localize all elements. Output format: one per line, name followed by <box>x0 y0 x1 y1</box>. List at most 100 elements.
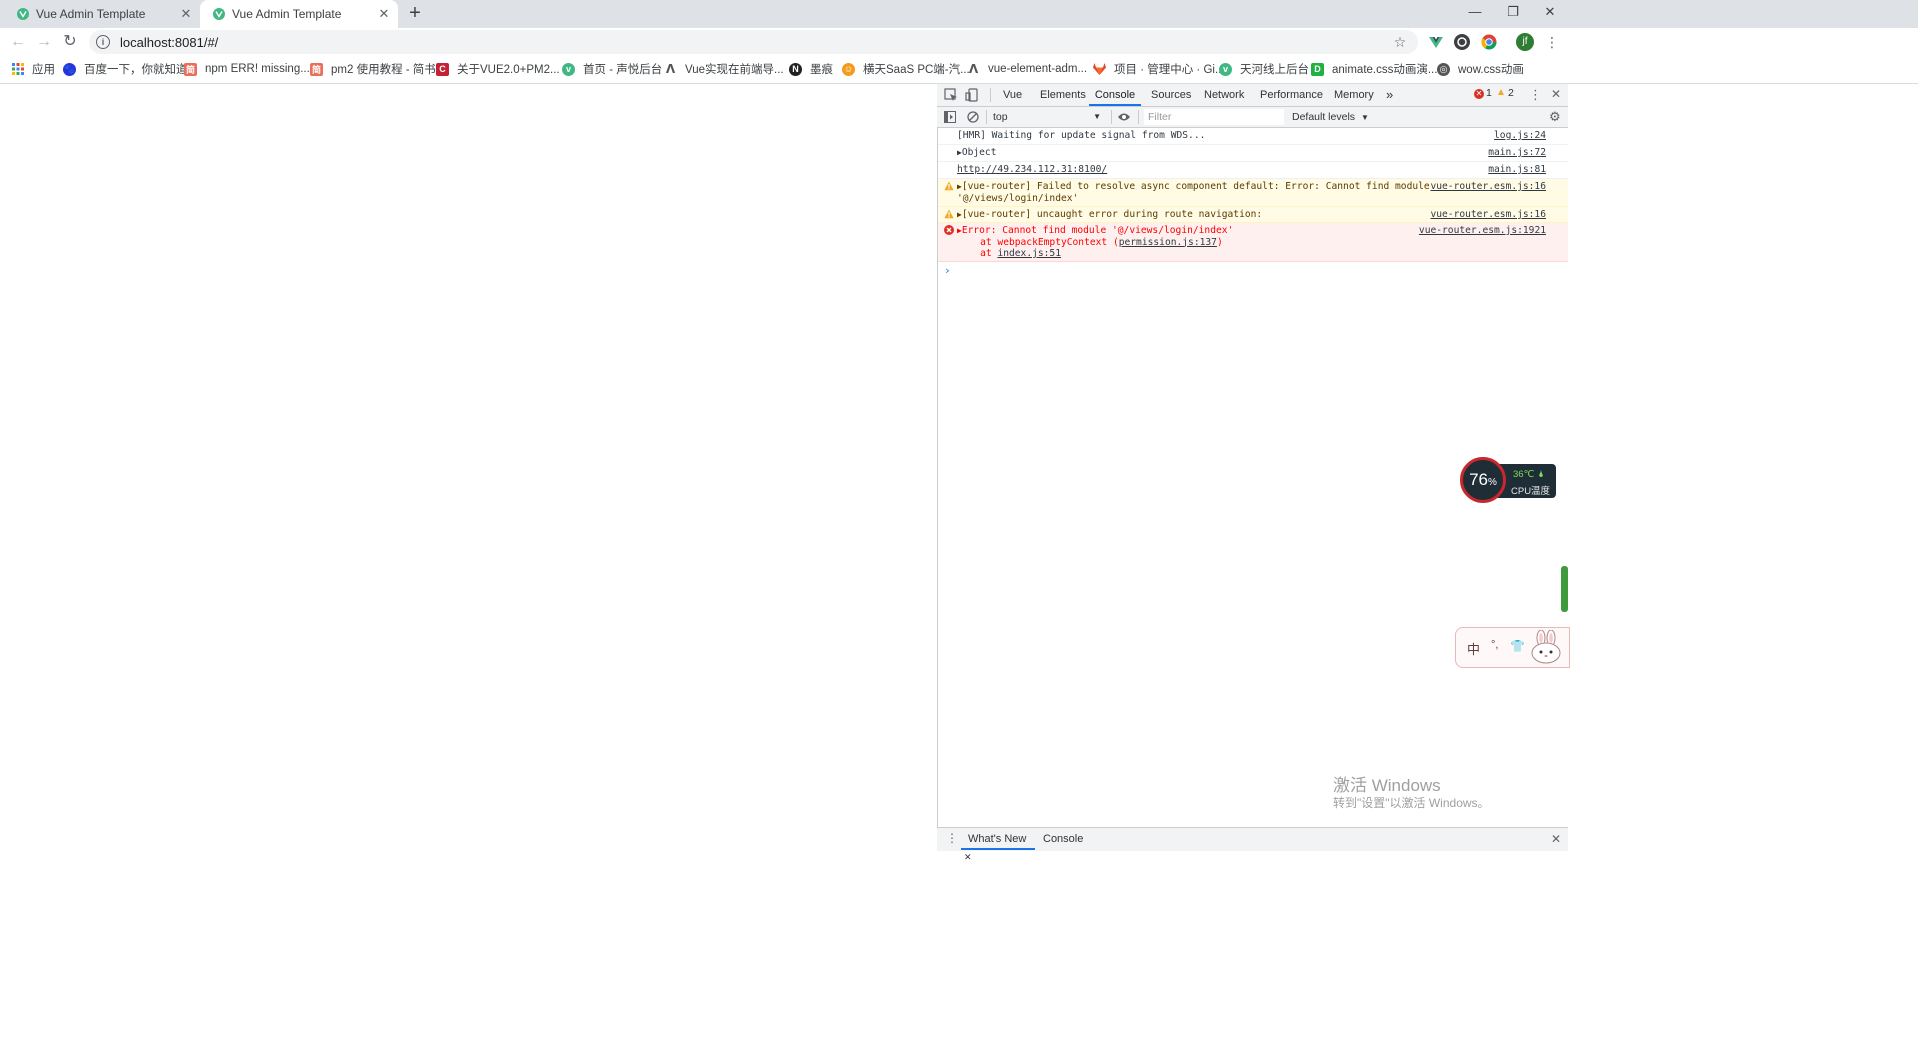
close-devtools-icon[interactable]: ✕ <box>1551 87 1561 101</box>
live-expression-eye-icon[interactable] <box>1117 111 1131 123</box>
drawer-menu-icon[interactable]: ⋮ <box>946 831 958 845</box>
minimize-button[interactable]: — <box>1465 4 1485 22</box>
sidebar-toggle-icon[interactable] <box>944 111 956 123</box>
jianshu-icon: 简 <box>184 62 197 76</box>
globe-icon: ◎ <box>1437 62 1450 76</box>
more-tabs-icon[interactable]: » <box>1386 84 1393 106</box>
warning-count[interactable]: 2 <box>1508 87 1514 99</box>
devtools-tab-elements[interactable]: Elements <box>1040 84 1086 106</box>
stack-frame-link[interactable]: index.js:51 <box>997 248 1061 259</box>
message-url-link[interactable]: http://49.234.112.31:8100/ <box>957 164 1107 176</box>
vue-favicon-icon <box>17 8 29 20</box>
message-source-link[interactable]: log.js:24 <box>1494 130 1546 142</box>
clear-console-icon[interactable] <box>967 111 979 123</box>
back-arrow-icon[interactable]: ← <box>7 32 29 54</box>
console-input[interactable] <box>958 262 1558 278</box>
browser-tab-active[interactable]: Vue Admin Template ✕ <box>200 0 398 28</box>
bookmark-item[interactable]: ◎ wow.css动画 <box>1437 61 1524 77</box>
message-source-link[interactable]: vue-router.esm.js:16 <box>1430 181 1546 193</box>
devtools-menu-icon[interactable]: ⋮ <box>1529 87 1542 103</box>
console-message[interactable]: ▶Object main.js:72 <box>938 145 1568 162</box>
bookmark-item[interactable]: 应用 <box>11 61 55 77</box>
side-scroll-handle[interactable] <box>1561 566 1568 612</box>
filter-input[interactable]: Filter <box>1144 109 1284 125</box>
message-source-link[interactable]: main.js:81 <box>1488 164 1546 176</box>
devtools-tab-vue[interactable]: Vue <box>1003 84 1022 106</box>
message-text-continued: '@/views/login/index' <box>957 192 1079 204</box>
close-drawer-tab-icon[interactable]: ✕ <box>964 852 972 862</box>
warning-count-icon: ▲ <box>1496 87 1506 98</box>
bookmark-item[interactable]: ꓥ Vue实现在前端导... <box>664 61 784 77</box>
new-tab-button[interactable]: + <box>405 3 425 23</box>
inspect-element-icon[interactable] <box>944 88 958 102</box>
browser-tab[interactable]: Vue Admin Template ✕ <box>0 0 200 28</box>
address-bar[interactable]: i localhost:8081/#/ ☆ <box>89 30 1418 54</box>
vue-devtools-extension-icon[interactable] <box>1428 34 1444 50</box>
bunny-mascot-icon[interactable] <box>1530 629 1562 664</box>
toolbar-divider <box>1138 110 1139 124</box>
console-message: http://49.234.112.31:8100/ main.js:81 <box>938 162 1568 179</box>
error-count[interactable]: 1 <box>1486 87 1492 99</box>
forward-arrow-icon[interactable]: → <box>33 32 55 54</box>
console-warning-message[interactable]: ▶[vue-router] Failed to resolve async co… <box>938 179 1568 207</box>
close-window-button[interactable]: ✕ <box>1540 4 1560 22</box>
chrome-extension-icon[interactable] <box>1481 34 1497 50</box>
ime-language-toggle[interactable]: 中 <box>1467 639 1480 658</box>
drawer-tab-whats-new[interactable]: What's New ✕ <box>961 830 1035 862</box>
ime-punctuation-toggle[interactable]: °, <box>1491 639 1498 651</box>
console-error-message[interactable]: ▶Error: Cannot find module '@/views/logi… <box>938 223 1568 262</box>
cpu-usage-gauge[interactable]: 76% <box>1460 457 1506 503</box>
console-warning-message[interactable]: ▶[vue-router] uncaught error during rout… <box>938 207 1568 223</box>
devtools-tab-console[interactable]: Console <box>1089 84 1141 106</box>
tab-close-icon[interactable]: ✕ <box>376 6 392 22</box>
bookmark-item[interactable]: C 关于VUE2.0+PM2... <box>436 61 560 77</box>
stack-frame-text: ) <box>1216 236 1223 248</box>
browser-menu-icon[interactable]: ⋮ <box>1545 34 1559 50</box>
bookmark-item[interactable]: 简 pm2 使用教程 - 简书 <box>310 61 436 77</box>
message-source-link[interactable]: vue-router.esm.js:16 <box>1430 209 1546 221</box>
close-drawer-icon[interactable]: ✕ <box>1551 832 1561 846</box>
site-info-icon[interactable]: i <box>96 35 110 49</box>
message-source-link[interactable]: vue-router.esm.js:1921 <box>1419 225 1546 237</box>
bookmark-item[interactable]: N 墨痕 <box>789 61 833 77</box>
console-settings-gear-icon[interactable]: ⚙ <box>1549 110 1561 124</box>
bookmark-label: 天河线上后台 <box>1240 64 1309 76</box>
vue-icon: v <box>562 62 575 76</box>
bookmark-item[interactable]: v 天河线上后台 <box>1219 61 1309 77</box>
stack-frame-link[interactable]: permission.js:137 <box>1119 237 1217 248</box>
restore-button[interactable]: ❐ <box>1503 4 1523 22</box>
bookmark-star-icon[interactable]: ☆ <box>1390 34 1410 51</box>
bookmark-item[interactable]: 简 npm ERR! missing... <box>184 61 310 77</box>
toolbar-divider <box>990 88 991 102</box>
drawer-tab-console[interactable]: Console <box>1043 830 1083 850</box>
extension-icon[interactable] <box>1454 34 1470 50</box>
log-levels-dropdown[interactable]: Default levels ▼ <box>1292 109 1369 125</box>
bookmark-item[interactable]: ꓥ vue-element-adm... <box>967 61 1087 77</box>
error-count-icon: ✕ <box>1474 89 1484 99</box>
bookmark-label: 百度一下，你就知道 <box>84 64 188 76</box>
link-icon: ꓥ <box>665 62 676 76</box>
devtools-tab-performance[interactable]: Performance <box>1260 84 1323 106</box>
windows-activation-subtitle: 转到"设置"以激活 Windows。 <box>1333 796 1490 810</box>
bookmark-item[interactable]: ☺ 横天SaaS PC端-汽... <box>842 61 970 77</box>
devtools-tab-sources[interactable]: Sources <box>1151 84 1191 106</box>
devtools-tab-memory[interactable]: Memory <box>1334 84 1374 106</box>
profile-avatar[interactable]: jf <box>1516 33 1534 51</box>
reload-icon[interactable]: ↻ <box>59 32 81 54</box>
tab-close-icon[interactable]: ✕ <box>178 6 194 22</box>
bookmark-label: wow.css动画 <box>1458 64 1524 76</box>
ime-skin-icon[interactable]: 👕 <box>1510 639 1525 653</box>
bookmark-item[interactable]: 🐾 百度一下，你就知道 <box>63 61 188 77</box>
devtools-tab-network[interactable]: Network <box>1204 84 1244 106</box>
console-prompt-icon[interactable]: › <box>944 264 951 277</box>
url-text[interactable]: localhost:8081/#/ <box>120 35 1390 50</box>
tab-title: Vue Admin Template <box>36 7 146 21</box>
bookmark-item[interactable]: v 首页 - 声悦后台 <box>562 61 662 77</box>
context-selector[interactable]: top ▼ <box>993 109 1103 125</box>
device-toolbar-icon[interactable] <box>965 88 979 102</box>
bookmark-item[interactable]: D animate.css动画演... <box>1311 61 1437 77</box>
gitlab-icon <box>1093 63 1106 76</box>
leaf-icon: 🌢 <box>1538 469 1544 480</box>
message-source-link[interactable]: main.js:72 <box>1488 147 1546 159</box>
bookmark-item[interactable]: 项目 · 管理中心 · Gi... <box>1093 61 1225 77</box>
